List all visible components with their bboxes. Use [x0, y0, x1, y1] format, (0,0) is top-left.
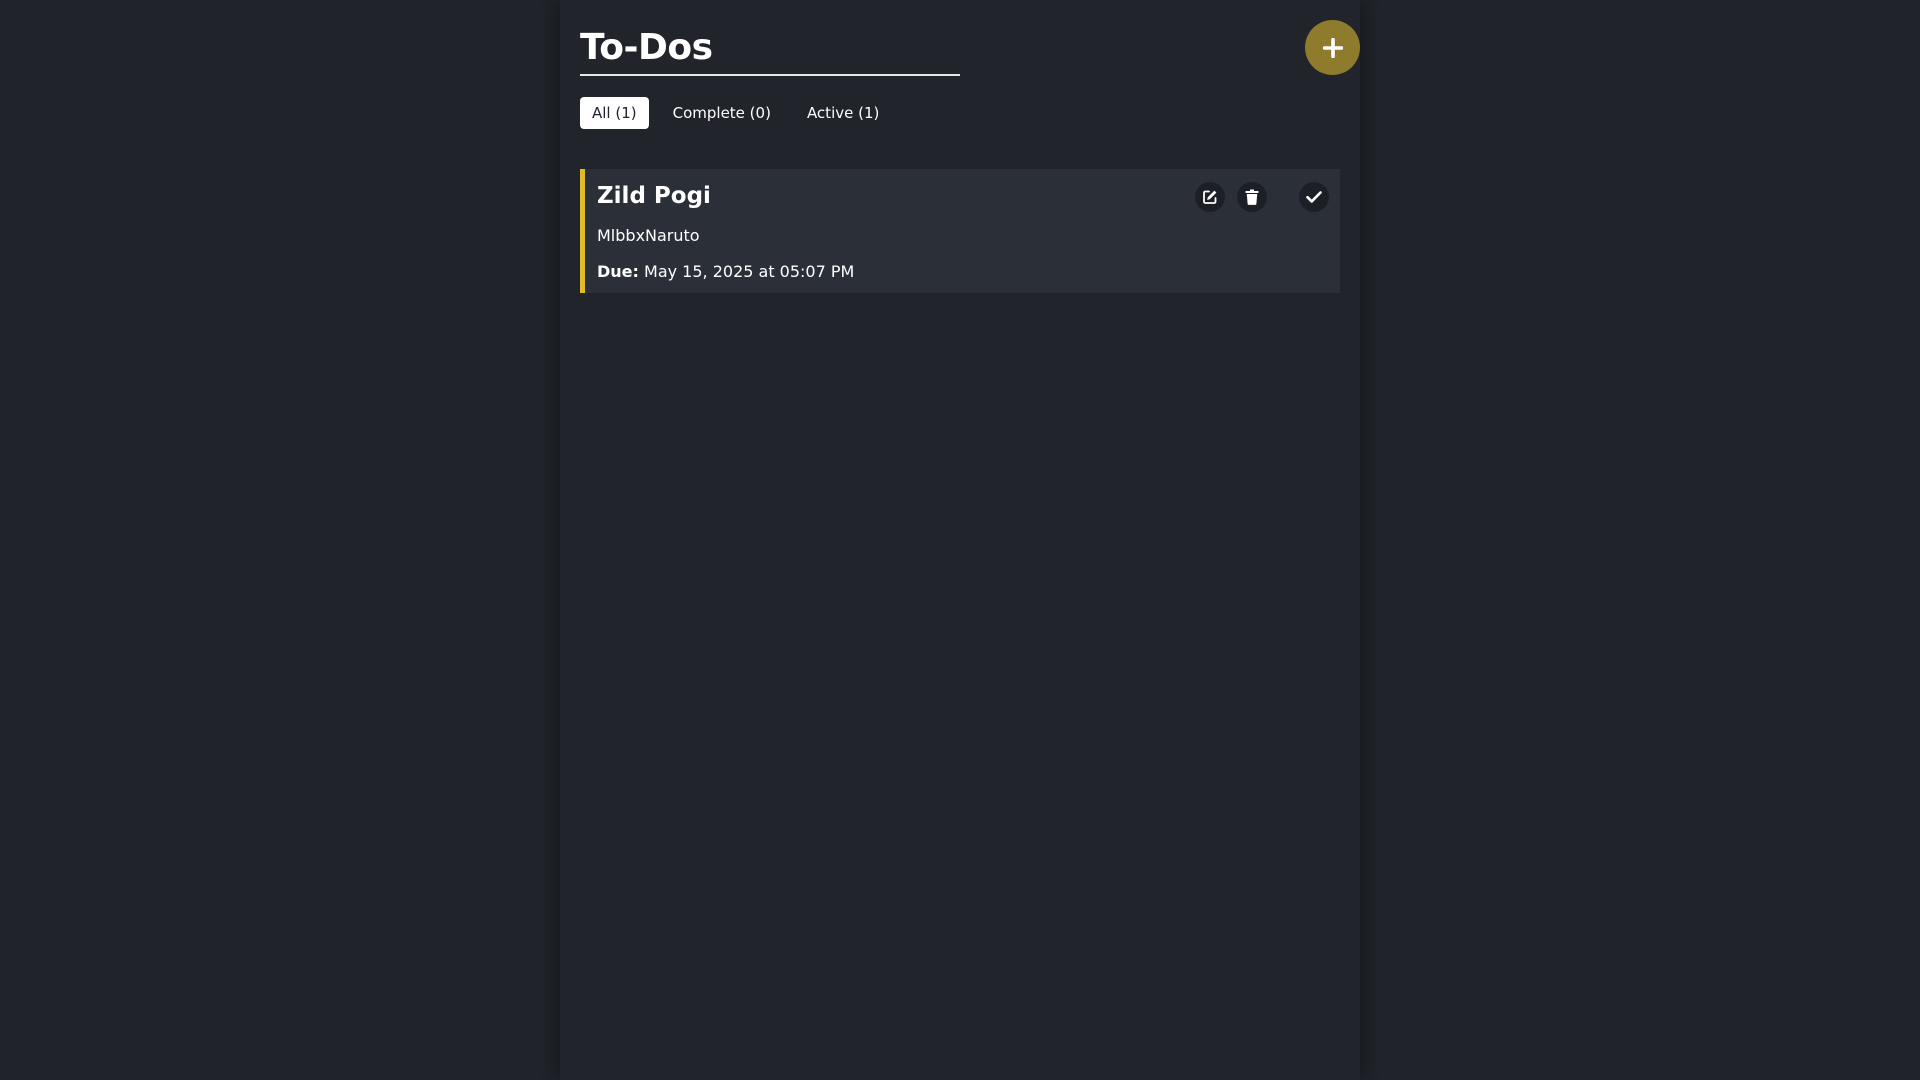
edit-button[interactable]: [1195, 182, 1225, 212]
due-value: May 15, 2025 at 05:07 PM: [644, 262, 855, 281]
delete-button[interactable]: [1237, 182, 1267, 212]
title-underline: [580, 74, 960, 76]
header: To-Dos: [580, 18, 1360, 78]
add-todo-button[interactable]: [1305, 20, 1360, 75]
todo-due-date: Due: May 15, 2025 at 05:07 PM: [597, 261, 854, 283]
plus-icon: [1322, 37, 1344, 59]
app-background: To-Dos All (1) Complete (0) Active (1) Z…: [0, 0, 1920, 1080]
todo-description: MlbbxNaruto: [597, 226, 700, 245]
tab-active[interactable]: Active (1): [795, 97, 891, 129]
todo-panel: To-Dos All (1) Complete (0) Active (1) Z…: [560, 0, 1360, 1080]
complete-button[interactable]: [1299, 182, 1329, 212]
page-title: To-Dos: [580, 27, 713, 68]
todo-title: Zild Pogi: [597, 183, 711, 209]
edit-icon: [1202, 189, 1218, 205]
filter-tabs: All (1) Complete (0) Active (1): [580, 97, 891, 129]
trash-icon: [1245, 189, 1259, 205]
check-icon: [1306, 190, 1322, 204]
tab-all[interactable]: All (1): [580, 97, 649, 129]
due-label: Due:: [597, 262, 639, 281]
tab-complete[interactable]: Complete (0): [661, 97, 783, 129]
todo-item[interactable]: Zild Pogi MlbbxNaruto Due: May 15, 2025 …: [580, 169, 1340, 293]
